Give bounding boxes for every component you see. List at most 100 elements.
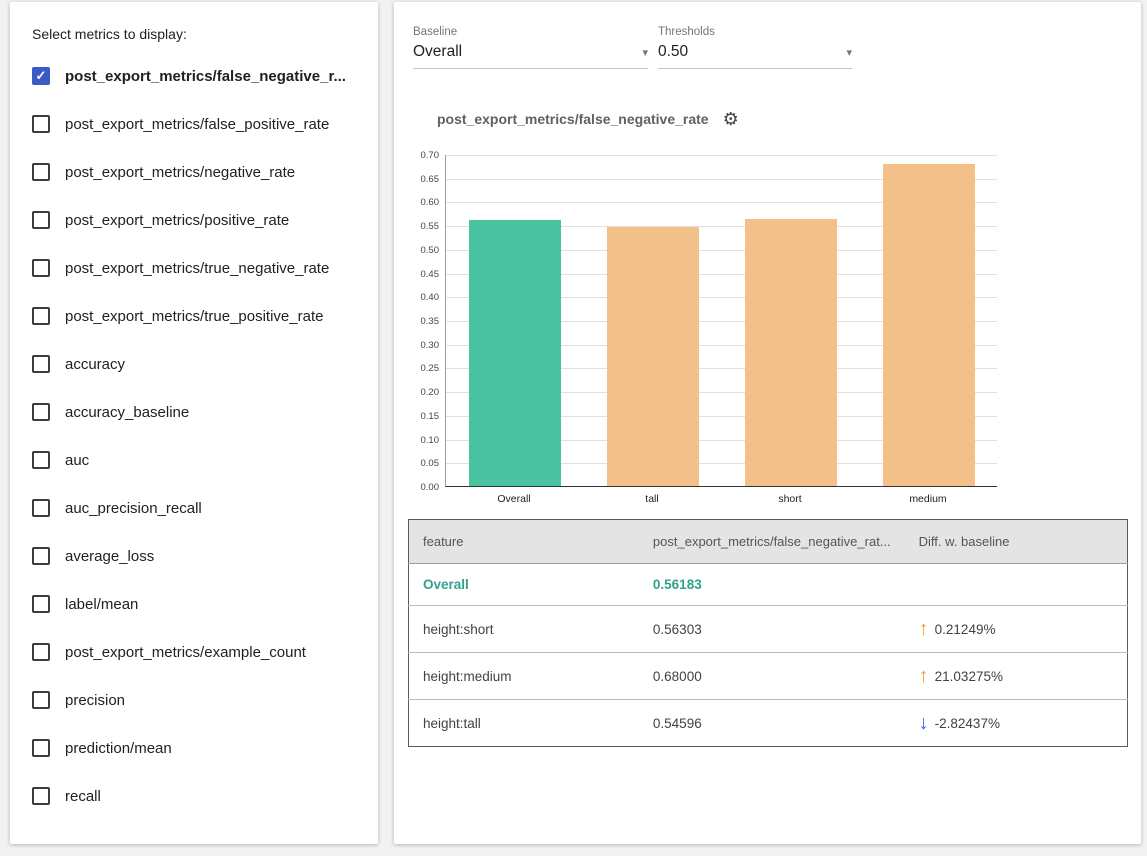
diff-value: -2.82437%: [935, 716, 1000, 731]
checkbox-unchecked-icon[interactable]: [32, 163, 50, 181]
table-row[interactable]: height:short0.56303↑0.21249%: [409, 606, 1128, 653]
y-axis-tick-label: 0.55: [403, 221, 439, 232]
metric-checkbox-item[interactable]: post_export_metrics/false_positive_rate: [32, 100, 358, 148]
y-axis-tick-label: 0.40: [403, 292, 439, 303]
x-axis-tick-label: medium: [859, 493, 997, 505]
y-axis-tick-label: 0.50: [403, 245, 439, 256]
metric-checkbox-item[interactable]: post_export_metrics/example_count: [32, 628, 358, 676]
chart-gridline: [446, 155, 997, 156]
gear-icon[interactable]: ⚙: [723, 110, 739, 128]
metric-value-cell: 0.56303: [639, 606, 905, 653]
table-row[interactable]: height:tall0.54596↓-2.82437%: [409, 700, 1128, 747]
checkbox-unchecked-icon[interactable]: [32, 211, 50, 229]
table-row[interactable]: Overall0.56183: [409, 564, 1128, 606]
checkbox-unchecked-icon[interactable]: [32, 547, 50, 565]
baseline-value: Overall: [413, 43, 462, 61]
trend-up-icon: ↑: [919, 666, 929, 686]
y-axis-tick-label: 0.05: [403, 458, 439, 469]
x-axis-tick-label: short: [721, 493, 859, 505]
metric-value-cell: 0.68000: [639, 653, 905, 700]
metric-checkbox-item[interactable]: ✓ post_export_metrics/false_negative_r...: [32, 52, 358, 100]
checkbox-unchecked-icon[interactable]: [32, 355, 50, 373]
y-axis-tick-label: 0.65: [403, 174, 439, 185]
feature-cell: height:medium: [409, 653, 639, 700]
table-row[interactable]: height:medium0.68000 ↑ 21.03275%: [409, 653, 1128, 700]
metric-checkbox-item[interactable]: auc: [32, 436, 358, 484]
chart-header: post_export_metrics/false_negative_rate …: [437, 110, 739, 128]
y-axis-tick-label: 0.10: [403, 435, 439, 446]
metric-selector-title: Select metrics to display:: [32, 26, 358, 42]
y-axis-tick-label: 0.15: [403, 411, 439, 422]
metric-value-cell: 0.54596: [639, 700, 905, 747]
y-axis-tick-label: 0.30: [403, 340, 439, 351]
metric-label: auc: [65, 452, 89, 469]
bar-short[interactable]: [745, 219, 837, 486]
metric-label: label/mean: [65, 596, 138, 613]
metric-label: post_export_metrics/false_positive_rate: [65, 116, 329, 133]
metric-checkbox-item[interactable]: prediction/mean: [32, 724, 358, 772]
thresholds-label: Thresholds: [658, 26, 852, 38]
metric-checkbox-item[interactable]: average_loss: [32, 532, 358, 580]
fairness-indicators-app: Select metrics to display: ✓ post_export_…: [0, 0, 1147, 856]
y-axis-tick-label: 0.00: [403, 482, 439, 493]
metric-checkbox-item[interactable]: post_export_metrics/positive_rate: [32, 196, 358, 244]
thresholds-value: 0.50: [658, 43, 688, 61]
metric-checkbox-item[interactable]: label/mean: [32, 580, 358, 628]
metric-label: prediction/mean: [65, 740, 172, 757]
metric-value-cell: 0.56183: [639, 564, 905, 606]
diff-cell: ↑0.21249%: [905, 606, 1128, 653]
metric-label: post_export_metrics/false_negative_r...: [65, 68, 346, 85]
metric-checkbox-item[interactable]: accuracy: [32, 340, 358, 388]
checkbox-unchecked-icon[interactable]: [32, 403, 50, 421]
y-axis-tick-label: 0.20: [403, 387, 439, 398]
chevron-down-icon: ▾: [846, 46, 852, 59]
table-header-cell: Diff. w. baseline: [905, 520, 1128, 564]
table-header-cell: post_export_metrics/false_negative_rat..…: [639, 520, 905, 564]
checkbox-unchecked-icon[interactable]: [32, 499, 50, 517]
checkbox-unchecked-icon[interactable]: [32, 643, 50, 661]
metric-label: accuracy_baseline: [65, 404, 189, 421]
metric-label: post_export_metrics/true_positive_rate: [65, 308, 323, 325]
checkbox-unchecked-icon[interactable]: [32, 739, 50, 757]
checkbox-unchecked-icon[interactable]: [32, 691, 50, 709]
metrics-display-panel: Baseline Overall ▾ Thresholds 0.50 ▾ pos…: [394, 2, 1141, 844]
diff-cell: ↑ 21.03275%: [905, 653, 1128, 700]
metric-label: post_export_metrics/true_negative_rate: [65, 260, 329, 277]
checkbox-checked-icon[interactable]: ✓: [32, 67, 50, 85]
checkbox-unchecked-icon[interactable]: [32, 595, 50, 613]
baseline-dropdown[interactable]: Baseline Overall ▾: [413, 26, 648, 69]
feature-cell: height:short: [409, 606, 639, 653]
bar-tall[interactable]: [607, 227, 699, 486]
bar-overall[interactable]: [469, 220, 561, 486]
checkbox-unchecked-icon[interactable]: [32, 451, 50, 469]
metric-checkbox-item[interactable]: post_export_metrics/negative_rate: [32, 148, 358, 196]
metric-checkbox-item[interactable]: accuracy_baseline: [32, 388, 358, 436]
metric-label: post_export_metrics/negative_rate: [65, 164, 295, 181]
metrics-table: featurepost_export_metrics/false_negativ…: [408, 519, 1128, 747]
table-header-row: featurepost_export_metrics/false_negativ…: [409, 520, 1128, 564]
checkbox-unchecked-icon[interactable]: [32, 307, 50, 325]
metric-label: accuracy: [65, 356, 125, 373]
metric-label: precision: [65, 692, 125, 709]
table-header-cell: feature: [409, 520, 639, 564]
checkbox-unchecked-icon[interactable]: [32, 115, 50, 133]
diff-cell: [905, 564, 1128, 606]
y-axis-tick-label: 0.35: [403, 316, 439, 327]
metric-checkbox-item[interactable]: precision: [32, 676, 358, 724]
bar-medium[interactable]: [883, 164, 975, 487]
metric-checkbox-item[interactable]: auc_precision_recall: [32, 484, 358, 532]
thresholds-dropdown[interactable]: Thresholds 0.50 ▾: [658, 26, 852, 69]
controls-bar: Baseline Overall ▾ Thresholds 0.50 ▾: [413, 26, 852, 69]
trend-up-icon: ↑: [919, 619, 929, 639]
checkbox-unchecked-icon[interactable]: [32, 787, 50, 805]
metric-label: auc_precision_recall: [65, 500, 202, 517]
metric-checkbox-item[interactable]: recall: [32, 772, 358, 820]
metric-checkbox-item[interactable]: post_export_metrics/true_positive_rate: [32, 292, 358, 340]
y-axis-tick-label: 0.70: [403, 150, 439, 161]
metric-checkbox-item[interactable]: post_export_metrics/true_negative_rate: [32, 244, 358, 292]
x-axis-tick-label: Overall: [445, 493, 583, 505]
checkbox-unchecked-icon[interactable]: [32, 259, 50, 277]
baseline-label: Baseline: [413, 26, 648, 38]
feature-cell: Overall: [409, 564, 639, 606]
diff-value: 21.03275%: [935, 669, 1003, 684]
